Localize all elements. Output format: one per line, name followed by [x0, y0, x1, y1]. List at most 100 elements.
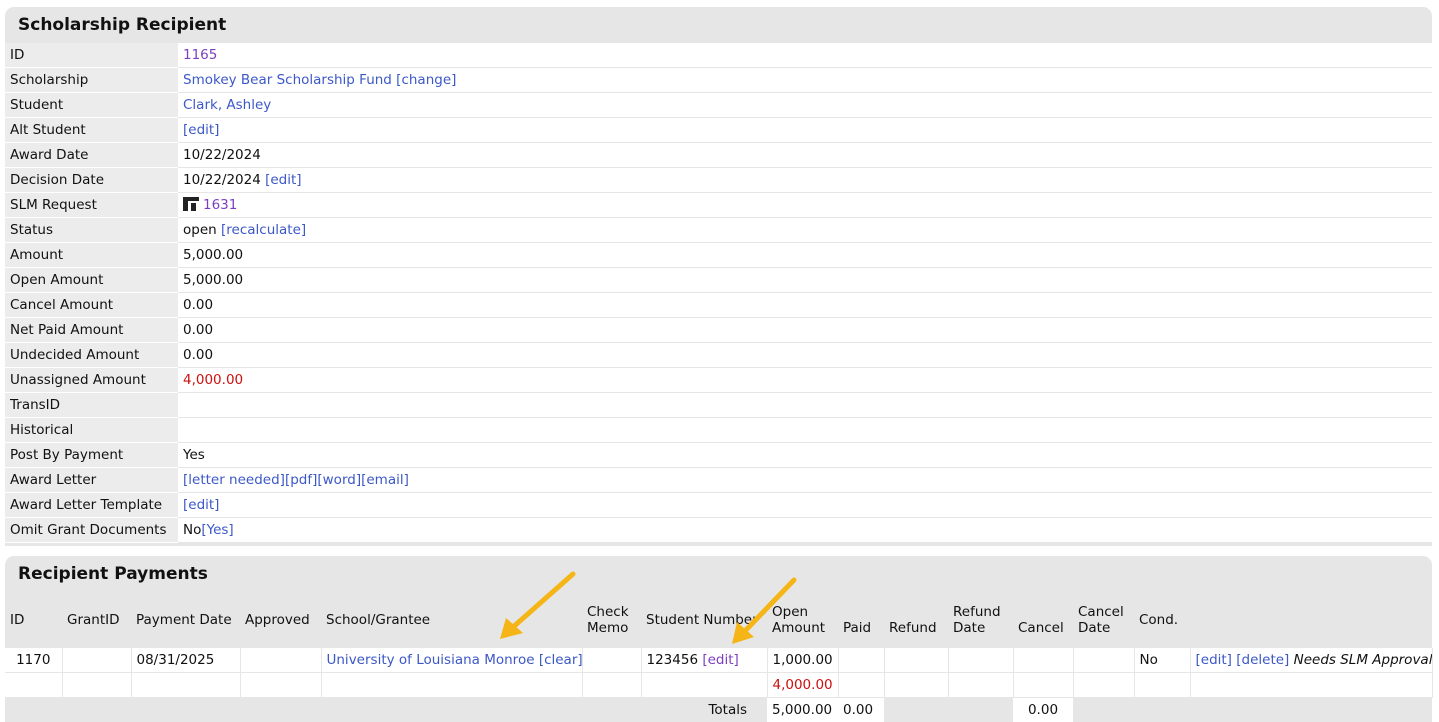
letter-needed-link[interactable]: [letter needed] [183, 472, 285, 488]
row-award-letter: Award Letter [letter needed][pdf][word][… [5, 468, 1432, 493]
payment-paid [838, 648, 884, 673]
payment-cond: No [1134, 648, 1190, 673]
recipient-details-table: ID 1165 Scholarship Smokey Bear Scholars… [5, 43, 1432, 543]
col-header-school: School/Grantee [321, 592, 582, 648]
edit-payment-link[interactable]: [edit] [1196, 652, 1232, 668]
payment-approved [240, 648, 321, 673]
status-label: Status [5, 218, 178, 243]
award-date-value: 10/22/2024 [178, 143, 1432, 168]
unassigned-row: 4,000.00 [5, 673, 1432, 698]
scholarship-label: Scholarship [5, 68, 178, 93]
row-historical: Historical [5, 418, 1432, 443]
scholarship-recipient-title: Scholarship Recipient [5, 7, 1432, 43]
net-paid-amount-label: Net Paid Amount [5, 318, 178, 343]
row-id: ID 1165 [5, 43, 1432, 68]
award-letter-label: Award Letter [5, 468, 178, 493]
payment-cancel-date [1073, 648, 1134, 673]
col-header-cancel: Cancel [1013, 592, 1073, 648]
row-scholarship: Scholarship Smokey Bear Scholarship Fund… [5, 68, 1432, 93]
delete-payment-link[interactable]: [delete] [1236, 652, 1289, 668]
recipient-id-link[interactable]: 1165 [183, 47, 217, 63]
col-header-grantid: GrantID [62, 592, 131, 648]
col-header-payment-date: Payment Date [131, 592, 240, 648]
row-award-letter-template: Award Letter Template [edit] [5, 493, 1432, 518]
payment-refund-date [948, 648, 1013, 673]
edit-award-letter-template-link[interactable]: [edit] [183, 497, 219, 513]
transid-value [178, 393, 1432, 418]
row-student: Student Clark, Ashley [5, 93, 1432, 118]
totals-cancel: 0.00 [1013, 698, 1073, 722]
decision-date-label: Decision Date [5, 168, 178, 193]
payments-header-row: ID GrantID Payment Date Approved School/… [5, 592, 1432, 648]
col-header-refund-date: RefundDate [948, 592, 1013, 648]
col-header-actions [1190, 592, 1432, 648]
edit-decision-date-link[interactable]: [edit] [265, 172, 301, 188]
col-header-open-amount: OpenAmount [767, 592, 838, 648]
slm-logo-icon [183, 197, 199, 211]
cancel-amount-value: 0.00 [178, 293, 1432, 318]
set-omit-yes-link[interactable]: [Yes] [201, 522, 233, 538]
word-link[interactable]: [word] [317, 472, 361, 488]
omit-grant-documents-value: No [183, 522, 201, 538]
student-number-value: 123456 [647, 652, 699, 668]
row-open-amount: Open Amount 5,000.00 [5, 268, 1432, 293]
row-decision-date: Decision Date 10/22/2024 [edit] [5, 168, 1432, 193]
scholarship-link[interactable]: Smokey Bear Scholarship Fund [183, 72, 392, 88]
row-transid: TransID [5, 393, 1432, 418]
col-header-student-number: Student Number [641, 592, 767, 648]
payment-open-amount: 1,000.00 [767, 648, 838, 673]
school-link[interactable]: University of Louisiana Monroe [327, 652, 535, 668]
recipient-payments-panel: Recipient Payments ID GrantID Payment Da… [5, 556, 1432, 712]
col-header-id: ID [5, 592, 62, 648]
post-by-payment-value: Yes [178, 443, 1432, 468]
id-label: ID [5, 43, 178, 68]
payment-cancel [1013, 648, 1073, 673]
historical-label: Historical [5, 418, 178, 443]
open-amount-label: Open Amount [5, 268, 178, 293]
post-by-payment-label: Post By Payment [5, 443, 178, 468]
payment-id: 1170 [5, 648, 62, 673]
unassigned-open-amount: 4,000.00 [767, 673, 838, 698]
edit-alt-student-link[interactable]: [edit] [183, 122, 219, 138]
change-scholarship-link[interactable]: [change] [396, 72, 456, 88]
payments-table: ID GrantID Payment Date Approved School/… [5, 592, 1433, 722]
open-amount-value: 5,000.00 [178, 268, 1432, 293]
pdf-link[interactable]: [pdf] [285, 472, 317, 488]
col-header-paid: Paid [838, 592, 884, 648]
row-cancel-amount: Cancel Amount 0.00 [5, 293, 1432, 318]
totals-row: Totals 5,000.00 0.00 0.00 [5, 698, 1432, 722]
totals-label: Totals [641, 698, 767, 722]
decision-date-value: 10/22/2024 [183, 172, 261, 188]
cancel-amount-label: Cancel Amount [5, 293, 178, 318]
row-award-date: Award Date 10/22/2024 [5, 143, 1432, 168]
email-link[interactable]: [email] [361, 472, 409, 488]
col-header-approved: Approved [240, 592, 321, 648]
recalculate-link[interactable]: [recalculate] [221, 222, 306, 238]
totals-open-amount: 5,000.00 [767, 698, 838, 722]
row-slm-request: SLM Request 1631 [5, 193, 1432, 218]
slm-request-link[interactable]: 1631 [203, 197, 237, 213]
slm-request-label: SLM Request [5, 193, 178, 218]
historical-value [178, 418, 1432, 443]
payment-check-memo [582, 648, 641, 673]
row-omit-grant-documents: Omit Grant Documents No[Yes] [5, 518, 1432, 543]
student-link[interactable]: Clark, Ashley [183, 97, 271, 113]
payment-row: 1170 08/31/2025 University of Louisiana … [5, 648, 1432, 673]
row-alt-student: Alt Student [edit] [5, 118, 1432, 143]
undecided-amount-value: 0.00 [178, 343, 1432, 368]
totals-paid: 0.00 [838, 698, 884, 722]
amount-label: Amount [5, 243, 178, 268]
status-value: open [183, 222, 217, 238]
clear-school-link[interactable]: [clear] [539, 652, 582, 668]
amount-value: 5,000.00 [178, 243, 1432, 268]
recipient-payments-title: Recipient Payments [5, 556, 1432, 592]
col-header-check-memo: CheckMemo [582, 592, 641, 648]
scholarship-recipient-panel: Scholarship Recipient ID 1165 Scholarshi… [5, 7, 1432, 546]
payment-grantid [62, 648, 131, 673]
edit-student-number-link[interactable]: [edit] [702, 652, 738, 668]
row-net-paid-amount: Net Paid Amount 0.00 [5, 318, 1432, 343]
col-header-cancel-date: CancelDate [1073, 592, 1134, 648]
row-post-by-payment: Post By Payment Yes [5, 443, 1432, 468]
payment-date: 08/31/2025 [131, 648, 240, 673]
col-header-refund: Refund [884, 592, 948, 648]
